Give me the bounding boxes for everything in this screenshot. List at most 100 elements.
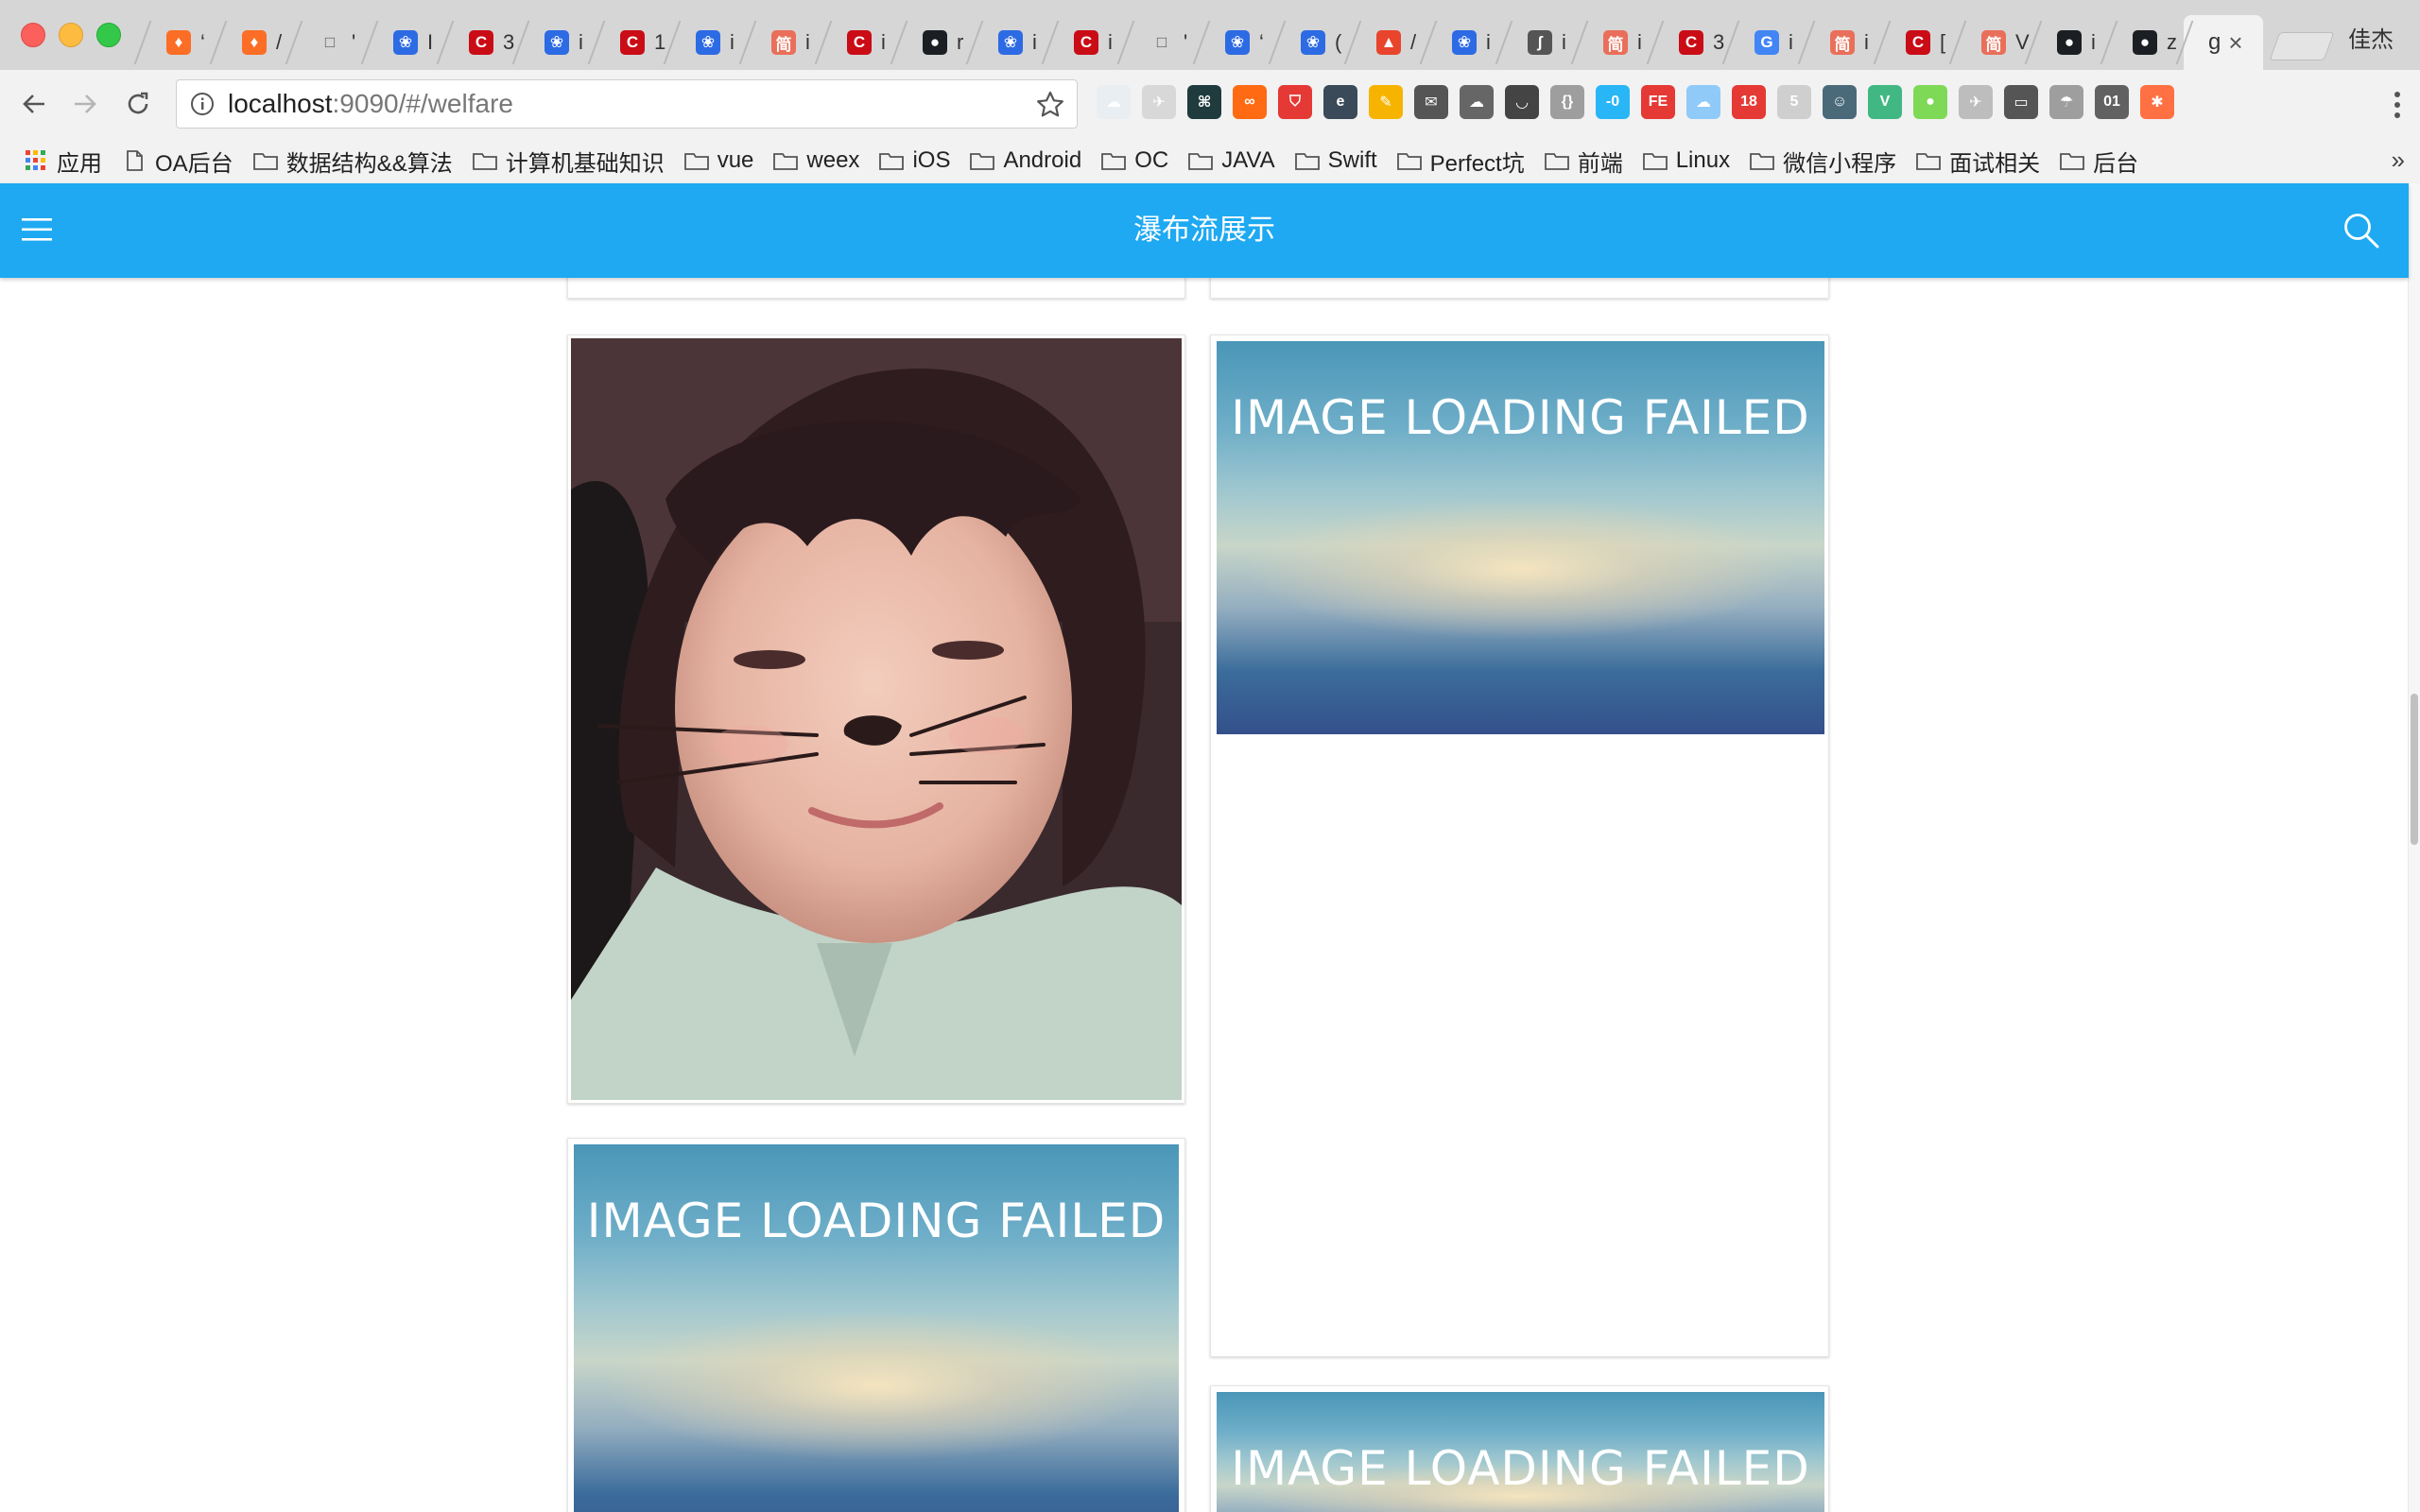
search-icon[interactable] xyxy=(2342,212,2380,249)
bookmark-item[interactable]: JAVA xyxy=(1187,147,1275,174)
document-icon: □ xyxy=(324,33,336,51)
mail-icon[interactable]: ✉ xyxy=(1414,85,1448,119)
browser-tab[interactable]: ▲ / xyxy=(1352,15,1427,70)
window-maximize-button[interactable] xyxy=(96,23,121,47)
bird-icon[interactable]: ✈ xyxy=(1142,85,1176,119)
bookmark-label: 数据结构&&算法 xyxy=(285,150,453,177)
cloud-icon[interactable]: ☁ xyxy=(1097,85,1131,119)
code-icon[interactable]: -0 xyxy=(1596,85,1630,119)
forward-button[interactable] xyxy=(68,87,102,121)
browser-tab[interactable]: ● i xyxy=(2032,15,2108,70)
bookmarks-more-button[interactable]: » xyxy=(2392,146,2405,175)
browser-tab[interactable]: C[ xyxy=(1881,15,1957,70)
cloud-download-icon[interactable]: ☁ xyxy=(1686,85,1720,119)
window-close-button[interactable] xyxy=(21,23,45,47)
bookmark-item[interactable]: 前端 xyxy=(1544,145,1623,178)
app-header: 瀑布流展示 xyxy=(0,183,2409,278)
scrollbar-thumb[interactable] xyxy=(2411,694,2418,845)
browser-tab[interactable]: ● r xyxy=(898,15,974,70)
infinity-icon[interactable]: ∞ xyxy=(1233,85,1267,119)
jianshu-icon: 简 xyxy=(1603,30,1628,55)
info-icon[interactable] xyxy=(190,92,215,116)
waterfall-card[interactable] xyxy=(567,335,1185,1104)
browser-tab[interactable]: C1 xyxy=(596,15,671,70)
bookmark-item[interactable]: vue xyxy=(683,147,753,174)
browser-tab[interactable]: 简i xyxy=(1806,15,1881,70)
bookmark-item[interactable]: iOS xyxy=(878,147,950,174)
shield-icon[interactable]: ⛉ xyxy=(1278,85,1312,119)
url-text[interactable]: localhost:9090/#/welfare xyxy=(228,89,513,119)
browser-tab[interactable]: ♦ ‘ xyxy=(142,15,217,70)
avatar-icon[interactable]: ☺ xyxy=(1823,85,1857,119)
bookmark-item[interactable]: 面试相关 xyxy=(1915,145,2040,178)
url-host: localhost xyxy=(228,89,333,118)
binary-icon[interactable]: 01 xyxy=(2095,85,2129,119)
profile-name[interactable]: 佳杰 xyxy=(2348,21,2394,54)
browser-tab[interactable]: 简V xyxy=(1957,15,2032,70)
browser-tab[interactable]: ❀ i xyxy=(671,15,747,70)
reload-button[interactable] xyxy=(121,87,155,121)
browser-tab[interactable]: ❀ i xyxy=(1427,15,1503,70)
bookmark-item[interactable]: OA后台 xyxy=(121,145,233,178)
parachute-icon[interactable]: ☂ xyxy=(2049,85,2083,119)
more-vert-icon[interactable] xyxy=(2388,89,2407,121)
bookmark-item[interactable]: Android xyxy=(969,147,1081,174)
folder-icon xyxy=(1188,153,1214,170)
bookmark-item[interactable]: 应用 xyxy=(23,145,102,178)
browser-tab[interactable]: ❀ i xyxy=(974,15,1049,70)
browser-tab[interactable]: Ci xyxy=(822,15,898,70)
bookmark-item[interactable]: 后台 xyxy=(2059,145,2138,178)
browser-tab[interactable]: 简i xyxy=(747,15,822,70)
browser-tab[interactable]: ❀ i xyxy=(520,15,596,70)
pocket-icon[interactable]: ◡ xyxy=(1505,85,1539,119)
bookmark-star-icon[interactable] xyxy=(1035,90,1065,120)
waterfall-card[interactable] xyxy=(1210,278,1829,299)
browser-tab[interactable]: C3 xyxy=(444,15,520,70)
back-button[interactable] xyxy=(17,87,51,121)
color-icon[interactable]: ● xyxy=(1913,85,1947,119)
json-icon[interactable]: {} xyxy=(1550,85,1584,119)
bookmark-item[interactable]: 微信小程序 xyxy=(1749,145,1896,178)
browser-tab[interactable]: ♦ / xyxy=(217,15,293,70)
plane-icon[interactable]: ✈ xyxy=(1959,85,1993,119)
vue-icon[interactable]: V xyxy=(1868,85,1902,119)
browser-tab[interactable]: ❀ I xyxy=(369,15,444,70)
new-tab-button[interactable] xyxy=(2269,32,2335,60)
bookmark-item[interactable]: 计算机基础知识 xyxy=(472,145,665,178)
chat-icon[interactable]: ☁ xyxy=(1460,85,1494,119)
terminal-icon[interactable]: ⌘ xyxy=(1187,85,1221,119)
browser-tab[interactable]: ● z xyxy=(2108,15,2184,70)
bookmark-item[interactable]: 数据结构&&算法 xyxy=(252,145,453,178)
five-icon[interactable]: 5 xyxy=(1777,85,1811,119)
address-bar[interactable]: localhost:9090/#/welfare xyxy=(176,79,1078,129)
waterfall-card[interactable]: IMAGE LOADING FAILED xyxy=(1210,1385,1829,1512)
browser-tab[interactable]: 简i xyxy=(1579,15,1654,70)
waterfall-card[interactable]: IMAGE LOADING FAILED xyxy=(1210,335,1829,1357)
browser-tab[interactable]: ❀( xyxy=(1276,15,1352,70)
bookmark-item[interactable]: weex xyxy=(772,147,859,174)
window-minimize-button[interactable] xyxy=(59,23,83,47)
bookmark-item[interactable]: OC xyxy=(1100,147,1168,174)
browser-tab[interactable]: □ ' xyxy=(1125,15,1201,70)
bookmark-item[interactable]: Swift xyxy=(1294,147,1377,174)
fe-icon[interactable]: FE xyxy=(1641,85,1675,119)
calendar-icon[interactable]: 18 xyxy=(1732,85,1766,119)
bookmark-item[interactable]: Linux xyxy=(1642,147,1730,174)
waterfall-card[interactable] xyxy=(567,278,1185,299)
jianshu-icon: 简 xyxy=(771,30,796,55)
browser-tab[interactable]: □ ' xyxy=(293,15,369,70)
waterfall-card[interactable]: IMAGE LOADING FAILED xyxy=(567,1138,1185,1512)
browser-tab[interactable]: Gi xyxy=(1730,15,1806,70)
browser-tab[interactable]: ❀ ‘ xyxy=(1201,15,1276,70)
browser-tab[interactable]: ʃi xyxy=(1503,15,1579,70)
e-icon[interactable]: e xyxy=(1323,85,1357,119)
active-browser-tab[interactable]: g × xyxy=(2184,15,2263,70)
cast-icon[interactable]: ▭ xyxy=(2004,85,2038,119)
page-scrollbar[interactable] xyxy=(2408,183,2420,1512)
pen-icon[interactable]: ✎ xyxy=(1369,85,1403,119)
browser-tab[interactable]: C3 xyxy=(1654,15,1730,70)
tab-close-icon[interactable]: × xyxy=(2228,28,2242,58)
orange-icon[interactable]: ✱ xyxy=(2140,85,2174,119)
browser-tab[interactable]: Ci xyxy=(1049,15,1125,70)
bookmark-item[interactable]: Perfect坑 xyxy=(1396,145,1525,178)
